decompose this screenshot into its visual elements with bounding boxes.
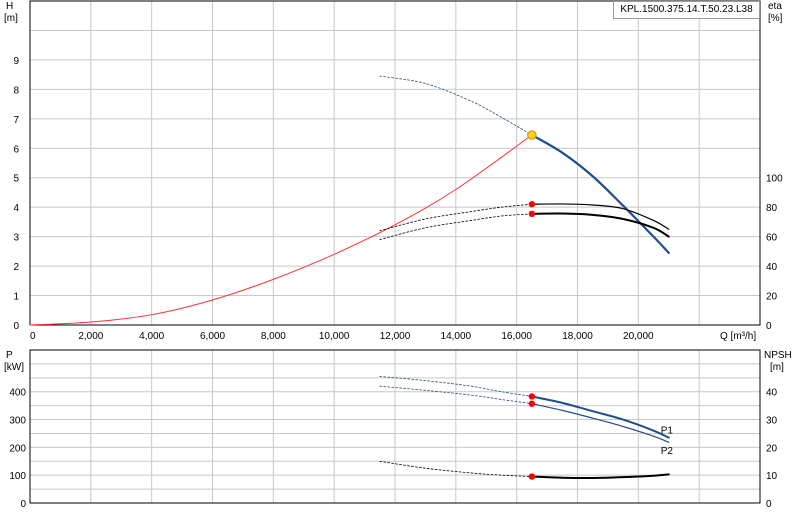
- x-tick-label: 2,000: [78, 331, 103, 342]
- head-curve: [530, 133, 670, 254]
- op_eta_upper-marker: [528, 201, 536, 208]
- y-left-axis-label: H: [6, 1, 13, 12]
- y-right-axis-unit: [%]: [768, 13, 783, 24]
- x-tick-label: 8,000: [261, 331, 286, 342]
- op_npsh-marker: [528, 473, 536, 480]
- p-left-tick-label: 0: [20, 499, 26, 510]
- op_p2-marker: [528, 400, 536, 407]
- x-tick-label: 20,000: [623, 331, 654, 342]
- npsh-right-tick-label: 20: [766, 443, 778, 454]
- y-right-tick-label: 20: [766, 292, 778, 303]
- p-left-tick-label: 300: [9, 416, 26, 427]
- x-tick-label: 12,000: [380, 331, 411, 342]
- x-tick-label: 16,000: [501, 331, 532, 342]
- x-axis-label: Q [m³/h]: [720, 331, 756, 342]
- x-tick-label: 4,000: [139, 331, 164, 342]
- y-left-tick-label: 2: [13, 262, 19, 273]
- npsh-right-tick-label: 10: [766, 471, 778, 482]
- x-tick-label: 0: [30, 331, 36, 342]
- chart-canvas: 01234567890204060801000 2,000 4,000 6,000 8,…: [4, 0, 792, 510]
- p-left-tick-label: 100: [9, 471, 26, 482]
- npsh-axis-label: NPSH: [764, 350, 792, 361]
- p1-curve: [530, 395, 670, 439]
- pump-curve-chart: 0 1 2 3 4 5 6 7 8 9 0 20 40 60 80 100 0 2,000 4,000 6,000 8,…: [0, 0, 800, 520]
- y-right-tick-label: 0: [766, 321, 772, 332]
- y-right-tick-label: 80: [766, 203, 778, 214]
- p2-curve-label: P2: [661, 446, 674, 457]
- system-curve: [29, 134, 533, 326]
- p1-curve-label: P1: [661, 425, 674, 436]
- x-tick-label: 6,000: [200, 331, 225, 342]
- p-left-tick-label: 200: [9, 443, 26, 454]
- y-left-tick-label: 9: [13, 56, 19, 67]
- npsh-right-tick-label: 40: [766, 388, 778, 399]
- y-left-tick-label: 5: [13, 174, 19, 185]
- y-right-tick-label: 40: [766, 262, 778, 273]
- p2-curve: [531, 403, 670, 443]
- p-left-tick-label: 400: [9, 388, 26, 399]
- pump-model-title: KPL.1500.375.14.T.50.23.L38: [613, 1, 760, 19]
- y-left-tick-label: 0: [13, 321, 19, 332]
- y-left-tick-label: 7: [13, 115, 19, 126]
- duty-point-marker: [527, 130, 537, 140]
- y-left-tick-label: 3: [13, 233, 19, 244]
- y-left-tick-label: 6: [13, 144, 19, 155]
- y-right-tick-label: 60: [766, 233, 778, 244]
- y-left-axis-unit: [m]: [4, 13, 18, 24]
- p-axis-label: P: [6, 350, 13, 361]
- x-tick-label: 10,000: [319, 331, 350, 342]
- y-right-axis-label: eta: [768, 1, 782, 12]
- p-axis-unit: [kW]: [4, 362, 24, 373]
- x-tick-label: 18,000: [562, 331, 593, 342]
- npsh-right-tick-label: 30: [766, 416, 778, 427]
- npsh-axis-unit: [m]: [770, 362, 784, 373]
- op_p1-marker: [528, 393, 536, 400]
- x-tick-label: 14,000: [441, 331, 472, 342]
- npsh-right-tick-label: 0: [766, 499, 772, 510]
- y-left-tick-label: 4: [13, 203, 19, 214]
- eta_lower-curve: [530, 212, 670, 238]
- y-left-tick-label: 1: [13, 292, 19, 303]
- op_eta_lower-marker: [528, 210, 536, 218]
- y-left-tick-label: 8: [13, 85, 19, 96]
- y-right-tick-label: 100: [766, 174, 783, 185]
